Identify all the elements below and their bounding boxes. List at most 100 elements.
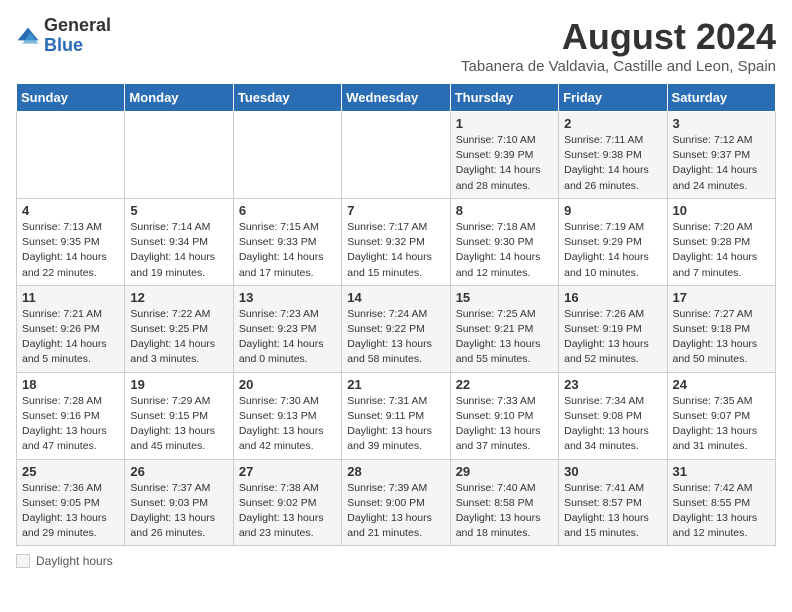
- calendar-cell: 17 Sunrise: 7:27 AM Sunset: 9:18 PM Dayli…: [667, 285, 775, 372]
- column-header-thursday: Thursday: [450, 84, 558, 112]
- calendar-cell: 27Sunrise: 7:38 AM Sunset: 9:02 PM Dayli…: [233, 459, 341, 546]
- calendar-cell: [342, 112, 450, 199]
- day-number: 29: [456, 464, 553, 479]
- day-detail: Sunrise: 7:19 AM Sunset: 9:29 PM Dayligh…: [564, 220, 661, 281]
- day-detail: Sunrise: 7:11 AM Sunset: 9:38 PM Dayligh…: [564, 133, 661, 194]
- main-title: August 2024: [461, 16, 776, 58]
- calendar-cell: 10Sunrise: 7:20 AM Sunset: 9:28 PM Dayli…: [667, 198, 775, 285]
- calendar-cell: 7 Sunrise: 7:17 AM Sunset: 9:32 PM Daylig…: [342, 198, 450, 285]
- calendar-cell: 19 Sunrise: 7:29 AM Sunset: 9:15 PM Dayli…: [125, 372, 233, 459]
- daylight-box-icon: [16, 554, 30, 568]
- day-detail: Sunrise: 7:27 AM Sunset: 9:18 PM Dayligh…: [673, 307, 770, 368]
- calendar-cell: 23Sunrise: 7:34 AM Sunset: 9:08 PM Dayli…: [559, 372, 667, 459]
- day-detail: Sunrise: 7:38 AM Sunset: 9:02 PM Dayligh…: [239, 481, 336, 542]
- calendar-cell: 9 Sunrise: 7:19 AM Sunset: 9:29 PM Daylig…: [559, 198, 667, 285]
- day-number: 21: [347, 377, 444, 392]
- calendar-cell: 4 Sunrise: 7:13 AM Sunset: 9:35 PM Daylig…: [17, 198, 125, 285]
- calendar-week-5: 25 Sunrise: 7:36 AM Sunset: 9:05 PM Dayli…: [17, 459, 776, 546]
- calendar-cell: 2Sunrise: 7:11 AM Sunset: 9:38 PM Daylig…: [559, 112, 667, 199]
- calendar-cell: [17, 112, 125, 199]
- day-detail: Sunrise: 7:39 AM Sunset: 9:00 PM Dayligh…: [347, 481, 444, 542]
- calendar-week-4: 18Sunrise: 7:28 AM Sunset: 9:16 PM Dayli…: [17, 372, 776, 459]
- day-number: 13: [239, 290, 336, 305]
- day-detail: Sunrise: 7:10 AM Sunset: 9:39 PM Dayligh…: [456, 133, 553, 194]
- column-header-saturday: Saturday: [667, 84, 775, 112]
- day-detail: Sunrise: 7:21 AM Sunset: 9:26 PM Dayligh…: [22, 307, 119, 368]
- calendar-cell: [233, 112, 341, 199]
- column-header-monday: Monday: [125, 84, 233, 112]
- day-number: 16: [564, 290, 661, 305]
- day-detail: Sunrise: 7:37 AM Sunset: 9:03 PM Dayligh…: [130, 481, 227, 542]
- day-number: 1: [456, 116, 553, 131]
- day-number: 14: [347, 290, 444, 305]
- day-number: 17: [673, 290, 770, 305]
- column-header-sunday: Sunday: [17, 84, 125, 112]
- day-number: 5: [130, 203, 227, 218]
- calendar-cell: 14Sunrise: 7:24 AM Sunset: 9:22 PM Dayli…: [342, 285, 450, 372]
- day-detail: Sunrise: 7:13 AM Sunset: 9:35 PM Dayligh…: [22, 220, 119, 281]
- day-detail: Sunrise: 7:14 AM Sunset: 9:34 PM Dayligh…: [130, 220, 227, 281]
- calendar-cell: 13 Sunrise: 7:23 AM Sunset: 9:23 PM Dayli…: [233, 285, 341, 372]
- calendar-cell: 3Sunrise: 7:12 AM Sunset: 9:37 PM Daylig…: [667, 112, 775, 199]
- calendar-cell: 29 Sunrise: 7:40 AM Sunset: 8:58 PM Dayli…: [450, 459, 558, 546]
- day-detail: Sunrise: 7:41 AM Sunset: 8:57 PM Dayligh…: [564, 481, 661, 542]
- day-detail: Sunrise: 7:42 AM Sunset: 8:55 PM Dayligh…: [673, 481, 770, 542]
- day-number: 22: [456, 377, 553, 392]
- day-detail: Sunrise: 7:29 AM Sunset: 9:15 PM Dayligh…: [130, 394, 227, 455]
- day-number: 8: [456, 203, 553, 218]
- calendar-cell: 30Sunrise: 7:41 AM Sunset: 8:57 PM Dayli…: [559, 459, 667, 546]
- day-number: 19: [130, 377, 227, 392]
- calendar-cell: 20 Sunrise: 7:30 AM Sunset: 9:13 PM Dayli…: [233, 372, 341, 459]
- calendar-cell: 18Sunrise: 7:28 AM Sunset: 9:16 PM Dayli…: [17, 372, 125, 459]
- day-detail: Sunrise: 7:23 AM Sunset: 9:23 PM Dayligh…: [239, 307, 336, 368]
- day-number: 31: [673, 464, 770, 479]
- day-detail: Sunrise: 7:33 AM Sunset: 9:10 PM Dayligh…: [456, 394, 553, 455]
- day-detail: Sunrise: 7:36 AM Sunset: 9:05 PM Dayligh…: [22, 481, 119, 542]
- title-area: August 2024 Tabanera de Valdavia, Castil…: [461, 16, 776, 75]
- day-number: 26: [130, 464, 227, 479]
- day-detail: Sunrise: 7:30 AM Sunset: 9:13 PM Dayligh…: [239, 394, 336, 455]
- column-header-wednesday: Wednesday: [342, 84, 450, 112]
- day-number: 18: [22, 377, 119, 392]
- calendar-cell: 26 Sunrise: 7:37 AM Sunset: 9:03 PM Dayli…: [125, 459, 233, 546]
- calendar-header-row: SundayMondayTuesdayWednesdayThursdayFrid…: [17, 84, 776, 112]
- day-detail: Sunrise: 7:17 AM Sunset: 9:32 PM Dayligh…: [347, 220, 444, 281]
- logo-blue: Blue: [44, 35, 83, 55]
- day-detail: Sunrise: 7:15 AM Sunset: 9:33 PM Dayligh…: [239, 220, 336, 281]
- calendar-cell: 15Sunrise: 7:25 AM Sunset: 9:21 PM Dayli…: [450, 285, 558, 372]
- logo: General Blue: [16, 16, 111, 56]
- day-number: 11: [22, 290, 119, 305]
- day-detail: Sunrise: 7:40 AM Sunset: 8:58 PM Dayligh…: [456, 481, 553, 542]
- calendar-cell: 1 Sunrise: 7:10 AM Sunset: 9:39 PM Daylig…: [450, 112, 558, 199]
- day-number: 3: [673, 116, 770, 131]
- calendar-cell: 21 Sunrise: 7:31 AM Sunset: 9:11 PM Dayli…: [342, 372, 450, 459]
- column-header-friday: Friday: [559, 84, 667, 112]
- footer-note: Daylight hours: [16, 554, 776, 568]
- day-detail: Sunrise: 7:22 AM Sunset: 9:25 PM Dayligh…: [130, 307, 227, 368]
- day-number: 20: [239, 377, 336, 392]
- day-number: 7: [347, 203, 444, 218]
- calendar-cell: [125, 112, 233, 199]
- header: General Blue August 2024 Tabanera de Val…: [16, 16, 776, 75]
- calendar-table: SundayMondayTuesdayWednesdayThursdayFrid…: [16, 83, 776, 546]
- daylight-label: Daylight hours: [36, 554, 113, 568]
- day-number: 9: [564, 203, 661, 218]
- calendar-cell: 5 Sunrise: 7:14 AM Sunset: 9:34 PM Daylig…: [125, 198, 233, 285]
- calendar-cell: 22 Sunrise: 7:33 AM Sunset: 9:10 PM Dayli…: [450, 372, 558, 459]
- day-detail: Sunrise: 7:31 AM Sunset: 9:11 PM Dayligh…: [347, 394, 444, 455]
- day-detail: Sunrise: 7:25 AM Sunset: 9:21 PM Dayligh…: [456, 307, 553, 368]
- logo-general: General: [44, 15, 111, 35]
- day-number: 24: [673, 377, 770, 392]
- calendar-cell: 24Sunrise: 7:35 AM Sunset: 9:07 PM Dayli…: [667, 372, 775, 459]
- calendar-cell: 25 Sunrise: 7:36 AM Sunset: 9:05 PM Dayli…: [17, 459, 125, 546]
- calendar-cell: 6Sunrise: 7:15 AM Sunset: 9:33 PM Daylig…: [233, 198, 341, 285]
- calendar-week-2: 4 Sunrise: 7:13 AM Sunset: 9:35 PM Daylig…: [17, 198, 776, 285]
- column-header-tuesday: Tuesday: [233, 84, 341, 112]
- calendar-cell: 12Sunrise: 7:22 AM Sunset: 9:25 PM Dayli…: [125, 285, 233, 372]
- day-number: 28: [347, 464, 444, 479]
- day-number: 4: [22, 203, 119, 218]
- day-number: 25: [22, 464, 119, 479]
- calendar-cell: 31 Sunrise: 7:42 AM Sunset: 8:55 PM Dayli…: [667, 459, 775, 546]
- calendar-cell: 16Sunrise: 7:26 AM Sunset: 9:19 PM Dayli…: [559, 285, 667, 372]
- calendar-cell: 28 Sunrise: 7:39 AM Sunset: 9:00 PM Dayli…: [342, 459, 450, 546]
